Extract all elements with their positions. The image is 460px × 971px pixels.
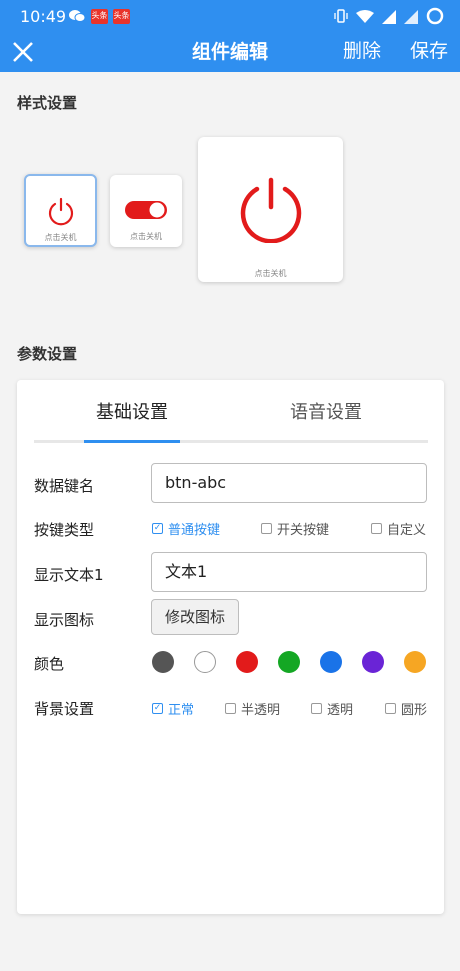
color-swatch[interactable] bbox=[236, 651, 258, 673]
background-label: 背景设置 bbox=[34, 700, 95, 718]
option-label: 圆形 bbox=[401, 703, 428, 718]
color-swatch[interactable] bbox=[320, 651, 342, 673]
color-label: 颜色 bbox=[34, 655, 65, 673]
style-card-power-small[interactable]: 点击关机 bbox=[24, 174, 97, 247]
background-translucent-option[interactable]: 半透明 bbox=[225, 699, 280, 718]
checkbox-icon bbox=[261, 523, 272, 534]
key-type-label: 按键类型 bbox=[34, 521, 95, 539]
option-label: 自定义 bbox=[387, 523, 427, 538]
card-caption: 点击关机 bbox=[44, 233, 77, 242]
style-section-title: 样式设置 bbox=[17, 94, 78, 112]
option-label: 半透明 bbox=[241, 703, 281, 718]
status-bar: 10:49 头条 头条 bbox=[0, 0, 460, 34]
data-key-label: 数据键名 bbox=[34, 477, 95, 495]
vibrate-icon bbox=[334, 8, 348, 28]
tab-active-indicator bbox=[84, 440, 180, 443]
tab-basic-settings[interactable]: 基础设置 bbox=[96, 398, 168, 424]
option-label: 透明 bbox=[327, 703, 354, 718]
color-swatch[interactable] bbox=[278, 651, 300, 673]
background-round-option[interactable]: 圆形 bbox=[385, 699, 427, 718]
power-icon bbox=[46, 196, 76, 230]
checkbox-icon bbox=[225, 703, 236, 714]
color-swatch[interactable] bbox=[194, 651, 216, 673]
status-time: 10:49 bbox=[20, 7, 67, 26]
checkbox-icon bbox=[311, 703, 322, 714]
display-icon-label: 显示图标 bbox=[34, 611, 95, 629]
option-label: 开关按键 bbox=[277, 523, 330, 538]
tab-underline bbox=[34, 440, 428, 443]
page-title: 组件编辑 bbox=[191, 41, 268, 63]
color-swatch[interactable] bbox=[404, 651, 426, 673]
battery-icon bbox=[426, 7, 444, 29]
power-icon bbox=[237, 175, 305, 247]
delete-button[interactable]: 删除 bbox=[343, 36, 381, 63]
card-caption: 点击关机 bbox=[130, 232, 162, 241]
signal-icon bbox=[382, 9, 396, 28]
wechat-icon bbox=[68, 8, 86, 24]
checkbox-icon bbox=[385, 703, 396, 714]
key-type-custom-option[interactable]: 自定义 bbox=[371, 519, 426, 538]
key-type-normal-option[interactable]: ✓ 普通按键 bbox=[152, 519, 220, 538]
change-icon-button[interactable]: 修改图标 bbox=[151, 599, 239, 635]
display-text-input[interactable]: 文本1 bbox=[151, 552, 427, 592]
background-transparent-option[interactable]: 透明 bbox=[311, 699, 353, 718]
background-normal-option[interactable]: ✓ 正常 bbox=[152, 699, 194, 718]
color-swatch[interactable] bbox=[362, 651, 384, 673]
checkbox-icon bbox=[371, 523, 382, 534]
display-text-label: 显示文本1 bbox=[34, 566, 104, 584]
wifi-icon bbox=[356, 9, 374, 28]
data-key-input[interactable]: btn-abc bbox=[151, 463, 427, 503]
checkbox-checked-icon: ✓ bbox=[152, 523, 163, 534]
param-section-title: 参数设置 bbox=[17, 345, 78, 363]
key-type-switch-option[interactable]: 开关按键 bbox=[261, 519, 329, 538]
tab-bar: 基础设置 语音设置 bbox=[34, 398, 428, 444]
param-panel: 基础设置 语音设置 数据键名 btn-abc 按键类型 ✓ 普通按键 开关按键 … bbox=[17, 380, 444, 914]
checkbox-checked-icon: ✓ bbox=[152, 703, 163, 714]
tab-voice-settings[interactable]: 语音设置 bbox=[290, 398, 362, 424]
card-caption: 点击关机 bbox=[254, 269, 287, 278]
toutiao-badge: 头条 bbox=[113, 8, 130, 24]
option-label: 正常 bbox=[168, 703, 195, 718]
toutiao-badge: 头条 bbox=[91, 8, 108, 24]
style-card-toggle[interactable]: 点击关机 bbox=[110, 175, 182, 247]
toggle-switch-icon bbox=[124, 199, 168, 225]
signal-icon bbox=[404, 9, 418, 28]
style-card-power-large[interactable]: 点击关机 bbox=[198, 137, 343, 282]
save-button[interactable]: 保存 bbox=[410, 36, 448, 63]
app-header: 组件编辑 删除 保存 bbox=[0, 34, 460, 72]
color-swatch[interactable] bbox=[152, 651, 174, 673]
option-label: 普通按键 bbox=[168, 523, 221, 538]
